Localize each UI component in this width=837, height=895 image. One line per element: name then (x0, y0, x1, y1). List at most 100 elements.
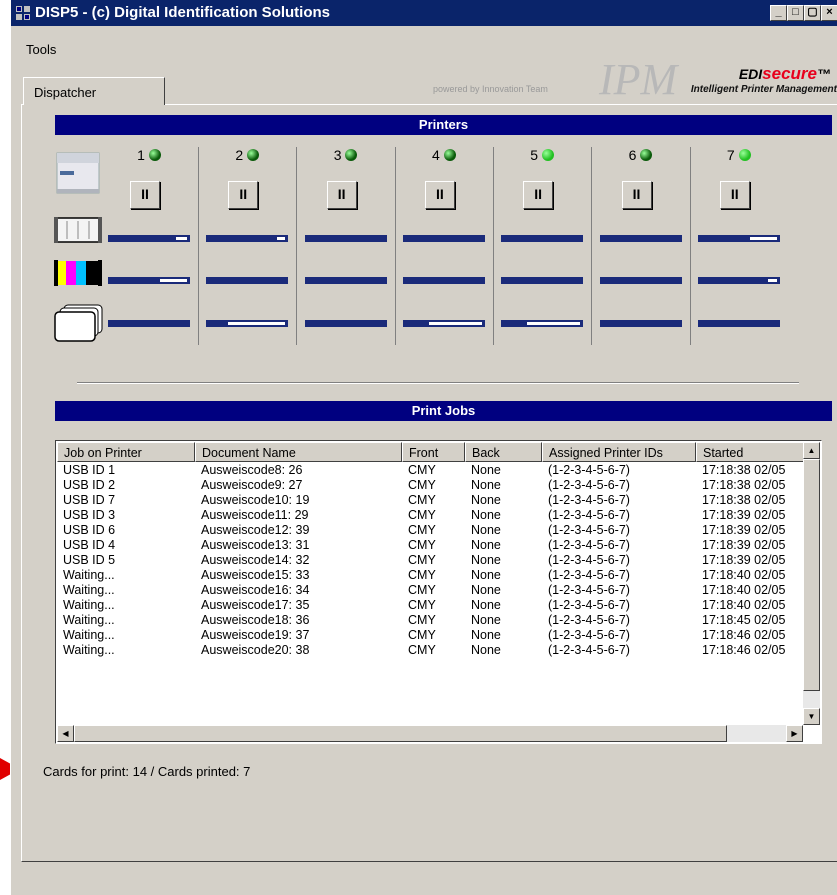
table-row[interactable]: Waiting... Ausweiscode15: 33 CMY None (1-2-3… (57, 567, 803, 582)
table-row[interactable]: Waiting... Ausweiscode19: 37 CMY None (1-2-3… (57, 627, 803, 642)
cards-level-bar (108, 320, 190, 327)
scroll-right-button[interactable]: ▶ (786, 725, 803, 742)
table-cell: CMY (408, 493, 436, 507)
table-cell: Ausweiscode18: 36 (201, 613, 310, 627)
table-row[interactable]: Waiting... Ausweiscode16: 34 CMY None (1-2-3… (57, 582, 803, 597)
color-level-bar (697, 277, 780, 284)
table-row[interactable]: Waiting... Ausweiscode17: 35 CMY None (1-2-3… (57, 597, 803, 612)
level-fill (176, 237, 187, 240)
table-cell: 17:18:40 02/05 (702, 598, 786, 612)
table-cell: Waiting... (63, 568, 115, 582)
column-header[interactable]: Job on Printer (57, 442, 195, 462)
table-cell: CMY (408, 628, 436, 642)
printer-column: 2 II (198, 147, 298, 345)
color-level-bar (402, 277, 485, 284)
table-row[interactable]: USB ID 7 Ausweiscode10: 19 CMY None (1-2-3-4… (57, 492, 803, 507)
table-cell: (1-2-3-4-5-6-7) (548, 553, 630, 567)
table-cell: CMY (408, 613, 436, 627)
table-cell: USB ID 1 (63, 463, 116, 477)
table-row[interactable]: Waiting... Ausweiscode18: 36 CMY None (1-2-3… (57, 612, 803, 627)
pause-button[interactable]: II (130, 181, 160, 209)
pause-button[interactable]: II (621, 181, 652, 209)
table-cell: Ausweiscode17: 35 (201, 598, 310, 612)
table-cell: (1-2-3-4-5-6-7) (548, 583, 630, 597)
table-row[interactable]: USB ID 5 Ausweiscode14: 32 CMY None (1-2-3-4… (57, 552, 803, 567)
column-header[interactable]: Document Name (195, 442, 402, 462)
table-cell: 17:18:39 02/05 (702, 553, 786, 567)
table-cell: USB ID 4 (63, 538, 116, 552)
cards-level-bar (599, 320, 682, 327)
column-header[interactable]: Back (465, 442, 542, 462)
table-cell: CMY (408, 568, 436, 582)
restore-button[interactable]: □ (787, 5, 804, 21)
level-fill (428, 322, 482, 325)
vertical-scrollbar[interactable]: ▲ ▼ (803, 442, 820, 725)
print-jobs-header: Print Jobs (55, 401, 832, 421)
tab-dispatcher[interactable]: Dispatcher (23, 77, 165, 105)
table-cell: (1-2-3-4-5-6-7) (548, 538, 630, 552)
pause-button[interactable]: II (424, 181, 455, 209)
pause-button[interactable]: II (719, 181, 750, 209)
pause-button[interactable]: II (523, 181, 554, 209)
table-cell: CMY (408, 478, 436, 492)
maximize-button[interactable]: ▢ (804, 5, 821, 21)
printer-column: 7 II (690, 147, 788, 345)
table-row[interactable]: USB ID 6 Ausweiscode12: 39 CMY None (1-2-3-4… (57, 522, 803, 537)
cards-stack-icon (54, 304, 103, 342)
table-cell: 17:18:40 02/05 (702, 568, 786, 582)
horizontal-scrollbar[interactable]: ◀ ▶ (57, 725, 803, 742)
menu-tools[interactable]: Tools (26, 42, 56, 57)
level-fill (749, 237, 777, 240)
trademark: ™ (817, 66, 831, 82)
column-header[interactable]: Started (696, 442, 811, 462)
table-row[interactable]: Waiting... Ausweiscode20: 38 CMY None (1-2-3… (57, 642, 803, 657)
table-cell: None (471, 493, 501, 507)
table-cell: (1-2-3-4-5-6-7) (548, 523, 630, 537)
table-cell: CMY (408, 553, 436, 567)
cards-status: Cards for print: 14 / Cards printed: 7 (43, 764, 251, 779)
table-cell: Waiting... (63, 583, 115, 597)
table-row[interactable]: USB ID 2 Ausweiscode9: 27 CMY None (1-2-3-4-… (57, 477, 803, 492)
status-led-icon (542, 149, 555, 161)
status-led-icon (345, 149, 358, 161)
title-bar[interactable]: DISP5 - (c) Digital Identification Solut… (11, 0, 837, 26)
table-row[interactable]: USB ID 4 Ausweiscode13: 31 CMY None (1-2-3-4… (57, 537, 803, 552)
color-level-bar (206, 277, 289, 284)
scroll-up-button[interactable]: ▲ (803, 442, 820, 459)
printer-id: 4 (431, 147, 440, 163)
printer-id: 1 (137, 147, 145, 163)
dispatcher-panel: Printers 1 II 2 II 3 II 4 II 5 II 6 II 7 II Pr (21, 104, 837, 862)
printer-icon (56, 152, 100, 194)
table-cell: None (471, 538, 501, 552)
table-cell: None (471, 523, 501, 537)
hscroll-thumb[interactable] (74, 725, 727, 742)
table-cell: None (471, 628, 501, 642)
scroll-left-button[interactable]: ◀ (57, 725, 74, 742)
close-button[interactable]: × (821, 5, 837, 21)
pause-button[interactable]: II (228, 181, 259, 209)
scroll-down-button[interactable]: ▼ (803, 708, 820, 725)
scroll-thumb[interactable] (803, 459, 820, 691)
color-ribbon-icon (54, 260, 102, 286)
ipm-subtitle: Intelligent Printer Management (690, 84, 837, 95)
cards-level-bar (697, 320, 780, 327)
column-header[interactable]: Assigned Printer IDs (542, 442, 696, 462)
printer-number: 7 (690, 147, 788, 163)
edisecure-logo: EDIsecure™ (739, 64, 831, 84)
ribbon-level-bar (501, 235, 584, 242)
printer-number: 3 (297, 147, 395, 163)
table-cell: Ausweiscode15: 33 (201, 568, 310, 582)
table-row[interactable]: USB ID 1 Ausweiscode8: 26 CMY None (1-2-3-4-… (57, 462, 803, 477)
powered-by-text: powered by Innovation Team (433, 84, 548, 94)
printer-column: 1 II (100, 147, 199, 345)
pause-button[interactable]: II (326, 181, 357, 209)
level-fill (228, 322, 286, 325)
column-header[interactable]: Front (402, 442, 465, 462)
status-led-icon (247, 149, 260, 161)
ribbon-level-bar (599, 235, 682, 242)
ribbon-level-bar (304, 235, 387, 242)
table-cell: CMY (408, 463, 436, 477)
table-row[interactable]: USB ID 3 Ausweiscode11: 29 CMY None (1-2-3-4… (57, 507, 803, 522)
minimize-button[interactable]: _ (770, 5, 787, 21)
table-cell: (1-2-3-4-5-6-7) (548, 508, 630, 522)
